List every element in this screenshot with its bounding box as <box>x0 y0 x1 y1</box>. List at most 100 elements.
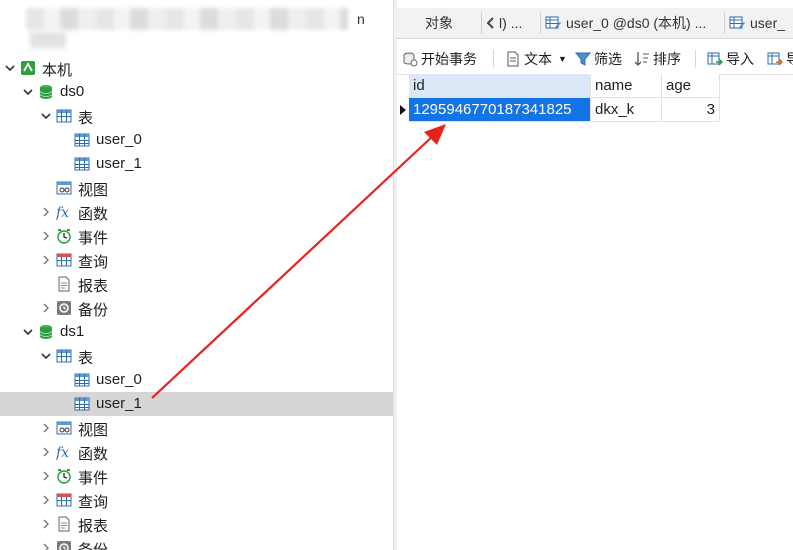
tree-item-ds0-funcs[interactable]: fx 函数 <box>0 200 393 224</box>
chevron-right-icon[interactable] <box>40 518 52 530</box>
backup-icon <box>56 300 72 316</box>
table-edit-icon <box>729 16 745 30</box>
chevron-right-icon[interactable] <box>40 206 52 218</box>
begin-transaction-button[interactable]: 开始事务 <box>402 44 477 74</box>
table-icon <box>74 156 90 172</box>
tree-item-ds1-user1[interactable]: user_1 <box>0 392 393 416</box>
tree-item-ds1-tables[interactable]: 表 <box>0 344 393 368</box>
tree-item-ds1-queries[interactable]: 查询 <box>0 488 393 512</box>
tree-item-ds0-events[interactable]: 事件 <box>0 224 393 248</box>
tree-item-ds1-events[interactable]: 事件 <box>0 464 393 488</box>
tree-item-label: 备份 <box>78 539 108 550</box>
export-button[interactable]: 导 <box>767 44 793 74</box>
cell-id[interactable]: 1295946770187341825 <box>409 98 591 122</box>
chevron-down-icon[interactable] <box>40 350 52 362</box>
chevron-down-icon[interactable] <box>22 326 34 338</box>
chevron-right-icon[interactable] <box>40 422 52 434</box>
tree-item-label: 报表 <box>78 278 109 295</box>
tree-item-label: 事件 <box>78 230 109 247</box>
funnel-icon <box>575 51 591 67</box>
tree-item-label: 事件 <box>78 470 109 487</box>
tree-item-root[interactable]: 本机 <box>0 56 393 80</box>
chevron-right-icon[interactable] <box>40 470 52 482</box>
tree-item-label: 查询 <box>78 254 109 271</box>
tree-item-label: 视图 <box>78 422 109 439</box>
filter-label: 筛选 <box>594 51 622 67</box>
tab-separator <box>540 12 541 34</box>
tree-item-label: ds0 <box>60 83 85 100</box>
report-icon <box>56 516 72 532</box>
import-button[interactable]: 导入 <box>707 44 754 74</box>
tree-item-ds0-reports[interactable]: 报表 <box>0 272 393 296</box>
tree-item-ds1[interactable]: ds1 <box>0 320 393 344</box>
import-icon <box>707 51 723 67</box>
tree-item-label: 查询 <box>78 494 109 511</box>
data-toolbar: 开始事务 文本 ▼ 筛选 排序 导入 <box>397 44 793 75</box>
chevron-right-icon[interactable] <box>40 494 52 506</box>
chevron-right-icon[interactable] <box>40 302 52 314</box>
database-icon <box>38 324 54 340</box>
tree-item-label: ds1 <box>60 323 85 340</box>
tree-item-ds0-backups[interactable]: 备份 <box>0 296 393 320</box>
tab-objects[interactable]: 对象 <box>411 8 467 38</box>
tab-next[interactable]: user_ <box>729 8 785 38</box>
tab-separator <box>724 12 725 34</box>
dropdown-caret-icon[interactable]: ▼ <box>558 54 567 64</box>
tab-bar: 对象 l) ... user_0 @ds0 (本机) ... user_ <box>397 8 793 39</box>
cell-name[interactable]: dkx_k <box>591 98 662 122</box>
tree-item-ds1-views[interactable]: 视图 <box>0 416 393 440</box>
chevron-right-icon[interactable] <box>40 230 52 242</box>
begin-transaction-label: 开始事务 <box>421 51 477 67</box>
tree-item-label: 报表 <box>78 518 109 535</box>
table-edit-icon <box>545 16 561 30</box>
navigator-pane: n 本机 ds0 表 user_0 user_1 视图 fx 函数 事件 查询 报表 备份 ds1 表 us… <box>0 0 393 550</box>
function-icon: fx <box>56 444 72 460</box>
tab-user0-ds0[interactable]: user_0 @ds0 (本机) ... <box>545 8 706 38</box>
tab-previous[interactable]: l) ... <box>485 8 522 38</box>
tree-item-ds0-tables[interactable]: 表 <box>0 104 393 128</box>
svg-text:fx: fx <box>56 205 69 220</box>
tab-objects-label: 对象 <box>425 15 453 31</box>
tree-item-label: 备份 <box>78 302 109 319</box>
function-icon: fx <box>56 204 72 220</box>
column-header-age[interactable]: age <box>662 74 720 98</box>
query-icon <box>56 492 72 508</box>
view-icon <box>56 180 72 196</box>
chevron-right-icon[interactable] <box>40 542 52 550</box>
tree-item-ds0-user0[interactable]: user_0 <box>0 128 393 152</box>
column-header-name[interactable]: name <box>591 74 662 98</box>
export-icon <box>767 51 783 67</box>
tree-item-ds1-user0[interactable]: user_0 <box>0 368 393 392</box>
chevron-down-icon[interactable] <box>40 110 52 122</box>
tree-item-ds0-queries[interactable]: 查询 <box>0 248 393 272</box>
cell-age[interactable]: 3 <box>662 98 720 122</box>
chevron-right-icon[interactable] <box>40 446 52 458</box>
transaction-icon <box>402 51 418 67</box>
event-icon <box>56 228 72 244</box>
sort-label: 排序 <box>653 51 681 67</box>
tree-item-label: user_0 <box>96 131 142 148</box>
text-view-button[interactable]: 文本 ▼ <box>505 44 567 74</box>
chevron-left-icon[interactable] <box>485 16 497 30</box>
chevron-down-icon[interactable] <box>4 62 16 74</box>
tree-item-ds0[interactable]: ds0 <box>0 80 393 104</box>
tree-item-ds1-reports[interactable]: 报表 <box>0 512 393 536</box>
sort-button[interactable]: 排序 <box>634 44 681 74</box>
editor-pane: 对象 l) ... user_0 @ds0 (本机) ... user_ 开始事… <box>397 0 793 550</box>
database-icon <box>38 84 54 100</box>
toolbar-separator <box>493 50 494 68</box>
tree-item-label: user_1 <box>96 155 142 172</box>
chevron-right-icon[interactable] <box>40 254 52 266</box>
filter-button[interactable]: 筛选 <box>575 44 622 74</box>
column-header-id[interactable]: id <box>409 74 591 98</box>
tree-item-ds0-views[interactable]: 视图 <box>0 176 393 200</box>
tree-item-ds0-user1[interactable]: user_1 <box>0 152 393 176</box>
export-label: 导 <box>786 49 793 69</box>
tree-item-ds1-funcs[interactable]: fx 函数 <box>0 440 393 464</box>
chevron-down-icon[interactable] <box>22 86 34 98</box>
tree-item-ds1-backups[interactable]: 备份 <box>0 536 393 550</box>
tables-icon <box>56 108 72 124</box>
import-label: 导入 <box>726 51 754 67</box>
tree-item-label: user_1 <box>96 395 142 412</box>
tree-item-label: 表 <box>78 350 94 367</box>
